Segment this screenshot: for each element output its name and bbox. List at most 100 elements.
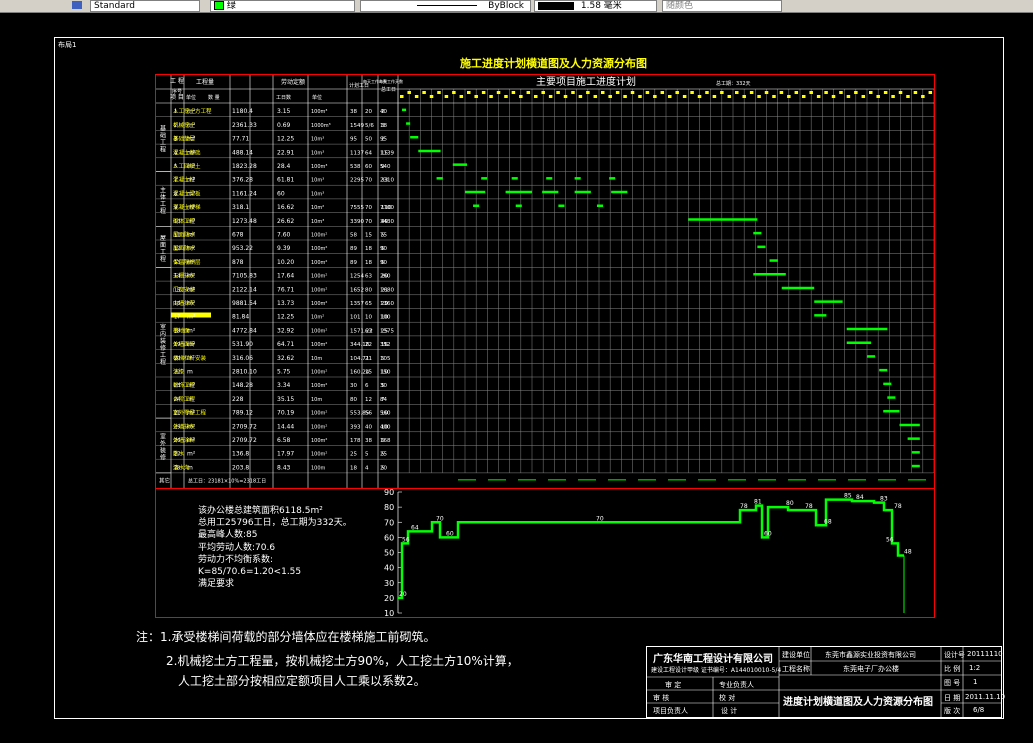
group-label-char: 修 [160, 344, 166, 352]
day-marker [913, 91, 918, 94]
day-marker [883, 91, 888, 94]
row-workers: 20 [365, 109, 372, 115]
row-total: 2310 [380, 178, 394, 184]
row-seq: 25 [174, 424, 180, 430]
day-marker [496, 91, 501, 94]
col-labor: 劳动定额 [281, 78, 305, 86]
day-marker [630, 91, 635, 94]
row-quota: 64.71 [277, 341, 294, 348]
row-qty: 2122.14 [232, 286, 257, 293]
row-qty: 136.8 [232, 451, 249, 458]
row-total: 90 [380, 260, 387, 266]
row-days: 18 [350, 465, 357, 471]
day-marker [869, 91, 873, 94]
row-quota: 10.20 [277, 259, 294, 266]
day-marker [400, 95, 404, 98]
row-seq: 28 [174, 465, 180, 471]
row-workers: 6 [365, 383, 369, 389]
day-marker [563, 95, 568, 98]
day-marker [809, 91, 813, 94]
row-workers: 40 [365, 424, 372, 430]
y-tick-label: 90 [384, 488, 394, 497]
row-unit: m² [187, 314, 196, 321]
row-qty: 1273.48 [232, 218, 257, 225]
row-unit: m³ [187, 149, 196, 156]
group-label-char: 工 [160, 201, 166, 208]
row-seq: 14 [174, 274, 180, 280]
day-marker [586, 91, 590, 94]
y-tick-label: 10 [384, 609, 394, 617]
row-total: 30 [380, 383, 387, 389]
text-style-icon[interactable] [72, 1, 82, 9]
row-total: 100 [380, 315, 391, 321]
drawing-title: 施工进度计划横道图及人力资源分布图 [460, 57, 647, 70]
row-qty: 316.06 [232, 355, 253, 362]
plotstyle-select[interactable]: 随颜色 [662, 0, 782, 12]
row-quota-unit: 100m² [311, 383, 327, 389]
row-days: 58 [350, 233, 357, 239]
row-days: 7555 [350, 205, 364, 211]
total-days: 总工期：332天 [716, 80, 751, 87]
row-unit: m² [187, 204, 196, 211]
row-total: 84 [380, 397, 387, 403]
day-marker [787, 95, 791, 98]
build-unit-label: 建设单位 [782, 651, 810, 659]
labor-value-label: 70 [436, 515, 444, 522]
row-quota: 17.64 [277, 273, 294, 280]
group-label-char: 体 [160, 193, 166, 201]
row-quota-unit: 100m³ [311, 164, 327, 170]
row-qty: 789.12 [232, 410, 253, 417]
group-label-char: 修 [160, 454, 166, 462]
row-quota-unit: 100m³ [311, 109, 327, 115]
day-marker [407, 91, 411, 94]
row-quota-unit: 100m² [311, 301, 327, 307]
group-label-char: 屋 [160, 235, 166, 242]
col-workdays: 工日数 [276, 94, 291, 101]
row-seq: 19 [174, 342, 180, 348]
day-marker [668, 95, 672, 98]
row-days: 1137 [350, 150, 364, 156]
y-tick-label: 60 [384, 533, 394, 542]
row-quota: 3.15 [277, 108, 291, 115]
y-tick-label: 70 [384, 518, 394, 527]
day-marker [764, 91, 769, 94]
version: 6/8 [973, 706, 985, 714]
group-label-char: 室 [160, 323, 166, 331]
row-qty: 953.22 [232, 245, 253, 252]
row-total: 25 [380, 452, 387, 458]
day-marker [928, 91, 933, 94]
day-marker [541, 91, 545, 94]
project-label: 工程名称 [782, 665, 810, 673]
style-select[interactable]: Standard [90, 0, 200, 12]
version-label: 版 次 [944, 707, 961, 715]
row-unit: m² [187, 341, 196, 348]
summary-line: 该办公楼总建筑面积6118.5m² [198, 506, 323, 516]
linetype-select[interactable]: ByBlock [360, 0, 531, 12]
row-qty: 376.28 [232, 177, 253, 184]
day-marker [474, 95, 478, 98]
row-seq: 26 [174, 438, 180, 444]
group-label-char: 外 [160, 440, 166, 448]
sign-review: 校 对 [719, 694, 736, 702]
day-marker [593, 95, 598, 98]
row-days: 25 [350, 452, 357, 458]
day-marker [802, 95, 806, 98]
row-days: 101 [350, 315, 361, 321]
row-seq: 3 [174, 137, 177, 143]
row-workers: 60 [365, 164, 372, 170]
sign-leader: 专业负责人 [719, 681, 754, 689]
lineweight-select[interactable]: 1.58 毫米 [534, 0, 657, 12]
row-quota-unit: 100m² [311, 370, 327, 376]
row-quota: 32.62 [277, 355, 294, 362]
day-marker [816, 95, 821, 98]
day-marker [414, 95, 419, 98]
labor-value-label: 20 [399, 591, 407, 598]
day-marker [519, 95, 523, 98]
layout-tag: 布局1 [58, 41, 77, 49]
row-total: 75 [380, 233, 387, 239]
row-quota: 61.81 [277, 177, 294, 184]
row-workers: 63 [365, 328, 372, 334]
command-strip [0, 731, 1033, 743]
row-quota: 9.39 [277, 245, 291, 252]
color-select[interactable]: 绿 [210, 0, 355, 12]
